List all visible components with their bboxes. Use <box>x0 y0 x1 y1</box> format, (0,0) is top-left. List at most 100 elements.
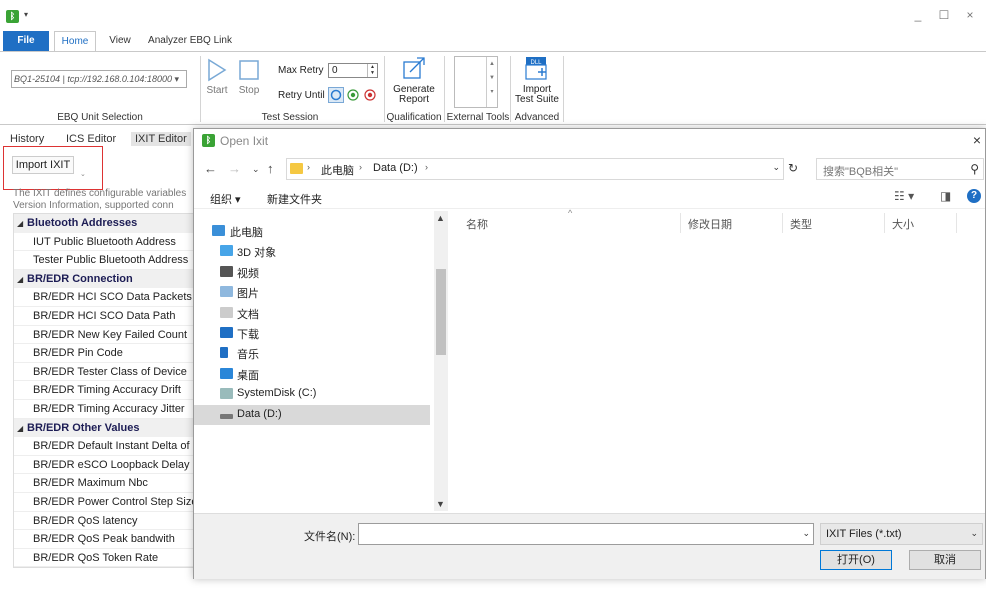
generate-report-button[interactable]: Generate Report <box>390 85 438 105</box>
breadcrumb-this-pc[interactable]: 此电脑 <box>321 162 354 178</box>
expand-collapse-icon[interactable]: ◢ <box>17 271 27 289</box>
nav-item[interactable]: 3D 对象 <box>194 241 430 261</box>
import-test-suite-icon[interactable]: DLL <box>525 55 549 83</box>
tree-item[interactable]: BR/EDR Tester Class of Device <box>14 363 195 382</box>
ebq-unit-combo[interactable]: BQ1-25104 | tcp://192.168.0.104:18000 ▾ <box>11 70 187 88</box>
organize-button[interactable]: 组织 ▾ <box>210 191 241 207</box>
preview-pane-icon[interactable]: ◨ <box>940 189 951 203</box>
retry-until-pass-icon[interactable] <box>347 89 359 101</box>
forward-arrow-icon[interactable]: → <box>228 161 241 176</box>
maximize-button[interactable]: ☐ <box>936 8 952 22</box>
tree-item[interactable]: BR/EDR Timing Accuracy Jitter <box>14 400 195 419</box>
column-type[interactable]: 类型 <box>790 216 812 232</box>
close-button[interactable]: × <box>962 8 978 22</box>
nav-item[interactable]: 视频 <box>194 262 430 282</box>
tree-item[interactable]: BR/EDR Pin Code <box>14 344 195 363</box>
dialog-close-icon[interactable]: × <box>973 132 981 148</box>
expand-collapse-icon[interactable]: ◢ <box>17 420 27 438</box>
tab-analyzer-ebq-link[interactable]: Analyzer EBQ Link <box>146 31 234 51</box>
nav-item[interactable]: 音乐 <box>194 343 430 363</box>
retry-loop-icon[interactable] <box>328 87 344 103</box>
nav-scrollbar[interactable]: ▲ ▼ <box>434 211 448 511</box>
tab-home[interactable]: Home <box>54 31 96 52</box>
tree-item[interactable]: BR/EDR Maximum Nbc <box>14 474 195 493</box>
music-icon <box>220 347 228 359</box>
quick-access-dropdown-icon[interactable]: ▾ <box>24 10 28 19</box>
address-bar[interactable]: › 此电脑 › Data (D:) › ⌄ <box>286 158 784 180</box>
view-options-icon[interactable]: ☷ ▾ <box>894 189 914 203</box>
retry-until-fail-icon[interactable] <box>364 89 376 101</box>
tree-row-label: BR/EDR Tester Class of Device <box>33 365 187 378</box>
nav-item[interactable]: SystemDisk (C:) <box>194 384 430 404</box>
nav-item[interactable]: Data (D:) <box>194 404 430 425</box>
search-icon[interactable]: ⚲ <box>970 162 979 176</box>
nav-item[interactable]: 此电脑 <box>194 221 430 241</box>
scroll-up-icon[interactable]: ▲ <box>436 213 445 223</box>
nav-item-label: 桌面 <box>237 369 259 382</box>
minimize-button[interactable]: _ <box>910 8 926 22</box>
pictures-icon <box>220 286 233 298</box>
tree-item[interactable]: BR/EDR New Key Failed Count <box>14 326 195 345</box>
tree-group-header[interactable]: ◢ BR/EDR Other Values <box>14 418 195 438</box>
spinner-icon[interactable]: ▲ ▼ <box>367 64 377 77</box>
tab-ixit-editor[interactable]: IXIT Editor <box>131 132 191 146</box>
external-tools-scroll[interactable]: ▲ ▼ ▾ <box>486 57 497 107</box>
address-dropdown-icon[interactable]: ⌄ <box>772 162 780 173</box>
navigation-pane: 此电脑 3D 对象 视频 图片 文档 下载 音乐桌面 SystemDisk (C:) Data … <box>194 211 448 511</box>
start-icon[interactable] <box>206 58 228 82</box>
tree-item[interactable]: IUT Public Bluetooth Address <box>14 233 195 252</box>
tree-item[interactable]: BR/EDR Timing Accuracy Drift <box>14 381 195 400</box>
search-box[interactable]: 搜索"BQB相关" ⚲ <box>816 158 984 180</box>
open-button[interactable]: 打开(O) <box>820 550 892 570</box>
import-test-suite-button[interactable]: Import Test Suite <box>512 85 562 105</box>
ribbon-tabs: File Home View Analyzer EBQ Link <box>0 31 986 52</box>
new-folder-button[interactable]: 新建文件夹 <box>267 191 322 207</box>
import-ixit-button[interactable]: Import IXIT <box>12 156 74 174</box>
tab-history[interactable]: History <box>10 133 44 145</box>
refresh-icon[interactable]: ↻ <box>788 161 798 175</box>
nav-item[interactable]: 文档 <box>194 303 430 323</box>
back-arrow-icon[interactable]: ← <box>204 161 217 176</box>
generate-report-icon[interactable] <box>402 57 426 81</box>
up-arrow-icon[interactable]: ↑ <box>267 161 274 176</box>
tree-item[interactable]: BR/EDR Power Control Step Size <box>14 493 195 512</box>
scroll-down-icon[interactable]: ▼ <box>436 499 445 509</box>
qualification-label: Qualification <box>386 112 442 123</box>
column-modified[interactable]: 修改日期 <box>688 216 732 232</box>
start-label[interactable]: Start <box>204 85 230 96</box>
max-retry-input[interactable]: 0 ▲ ▼ <box>328 63 378 78</box>
tree-item[interactable]: BR/EDR QoS Peak bandwith <box>14 530 195 549</box>
tree-group-header[interactable]: ◢ BR/EDR Connection <box>14 269 195 289</box>
tab-ics-editor[interactable]: ICS Editor <box>66 133 116 145</box>
expand-collapse-icon[interactable]: ◢ <box>17 215 27 233</box>
external-tools-list[interactable]: ▲ ▼ ▾ <box>454 56 498 108</box>
file-type-select[interactable]: IXIT Files (*.txt) ⌄ <box>820 523 983 545</box>
nav-item[interactable]: 下载 <box>194 323 430 343</box>
tree-item[interactable]: BR/EDR Default Instant Delta of P <box>14 437 195 456</box>
nav-item[interactable]: 图片 <box>194 282 430 302</box>
tab-file[interactable]: File <box>3 31 49 51</box>
tree-item[interactable]: Tester Public Bluetooth Address <box>14 251 195 270</box>
recent-dropdown-icon[interactable]: ⌄ <box>252 164 260 175</box>
dialog-title: Open Ixit <box>220 134 269 148</box>
stop-label[interactable]: Stop <box>236 85 262 96</box>
filename-dropdown-icon[interactable]: ⌄ <box>802 528 810 539</box>
tree-group-header[interactable]: ◢ Bluetooth Addresses <box>14 214 195 233</box>
stop-icon[interactable] <box>238 59 260 81</box>
tree-item[interactable]: BR/EDR HCI SCO Data Packets Ne <box>14 288 195 307</box>
filename-input[interactable]: ⌄ <box>358 523 814 545</box>
cancel-button[interactable]: 取消 <box>909 550 981 570</box>
tab-view[interactable]: View <box>104 31 136 51</box>
tree-item[interactable]: BR/EDR eSCO Loopback Delay <box>14 456 195 475</box>
file-type-dropdown-icon[interactable]: ⌄ <box>970 528 978 539</box>
nav-item[interactable]: 桌面 <box>194 364 430 384</box>
tree-item[interactable]: BR/EDR HCI SCO Data Path <box>14 307 195 326</box>
tree-item[interactable]: BR/EDR QoS latency <box>14 512 195 531</box>
column-name[interactable]: 名称 <box>466 216 488 232</box>
tree-item[interactable]: BR/EDR QoS Token Rate <box>14 549 195 567</box>
breadcrumb-data-drive[interactable]: Data (D:) <box>373 162 418 174</box>
scroll-thumb[interactable] <box>436 269 446 355</box>
divider <box>510 56 511 122</box>
column-size[interactable]: 大小 <box>892 216 914 232</box>
help-icon[interactable]: ? <box>967 189 981 203</box>
